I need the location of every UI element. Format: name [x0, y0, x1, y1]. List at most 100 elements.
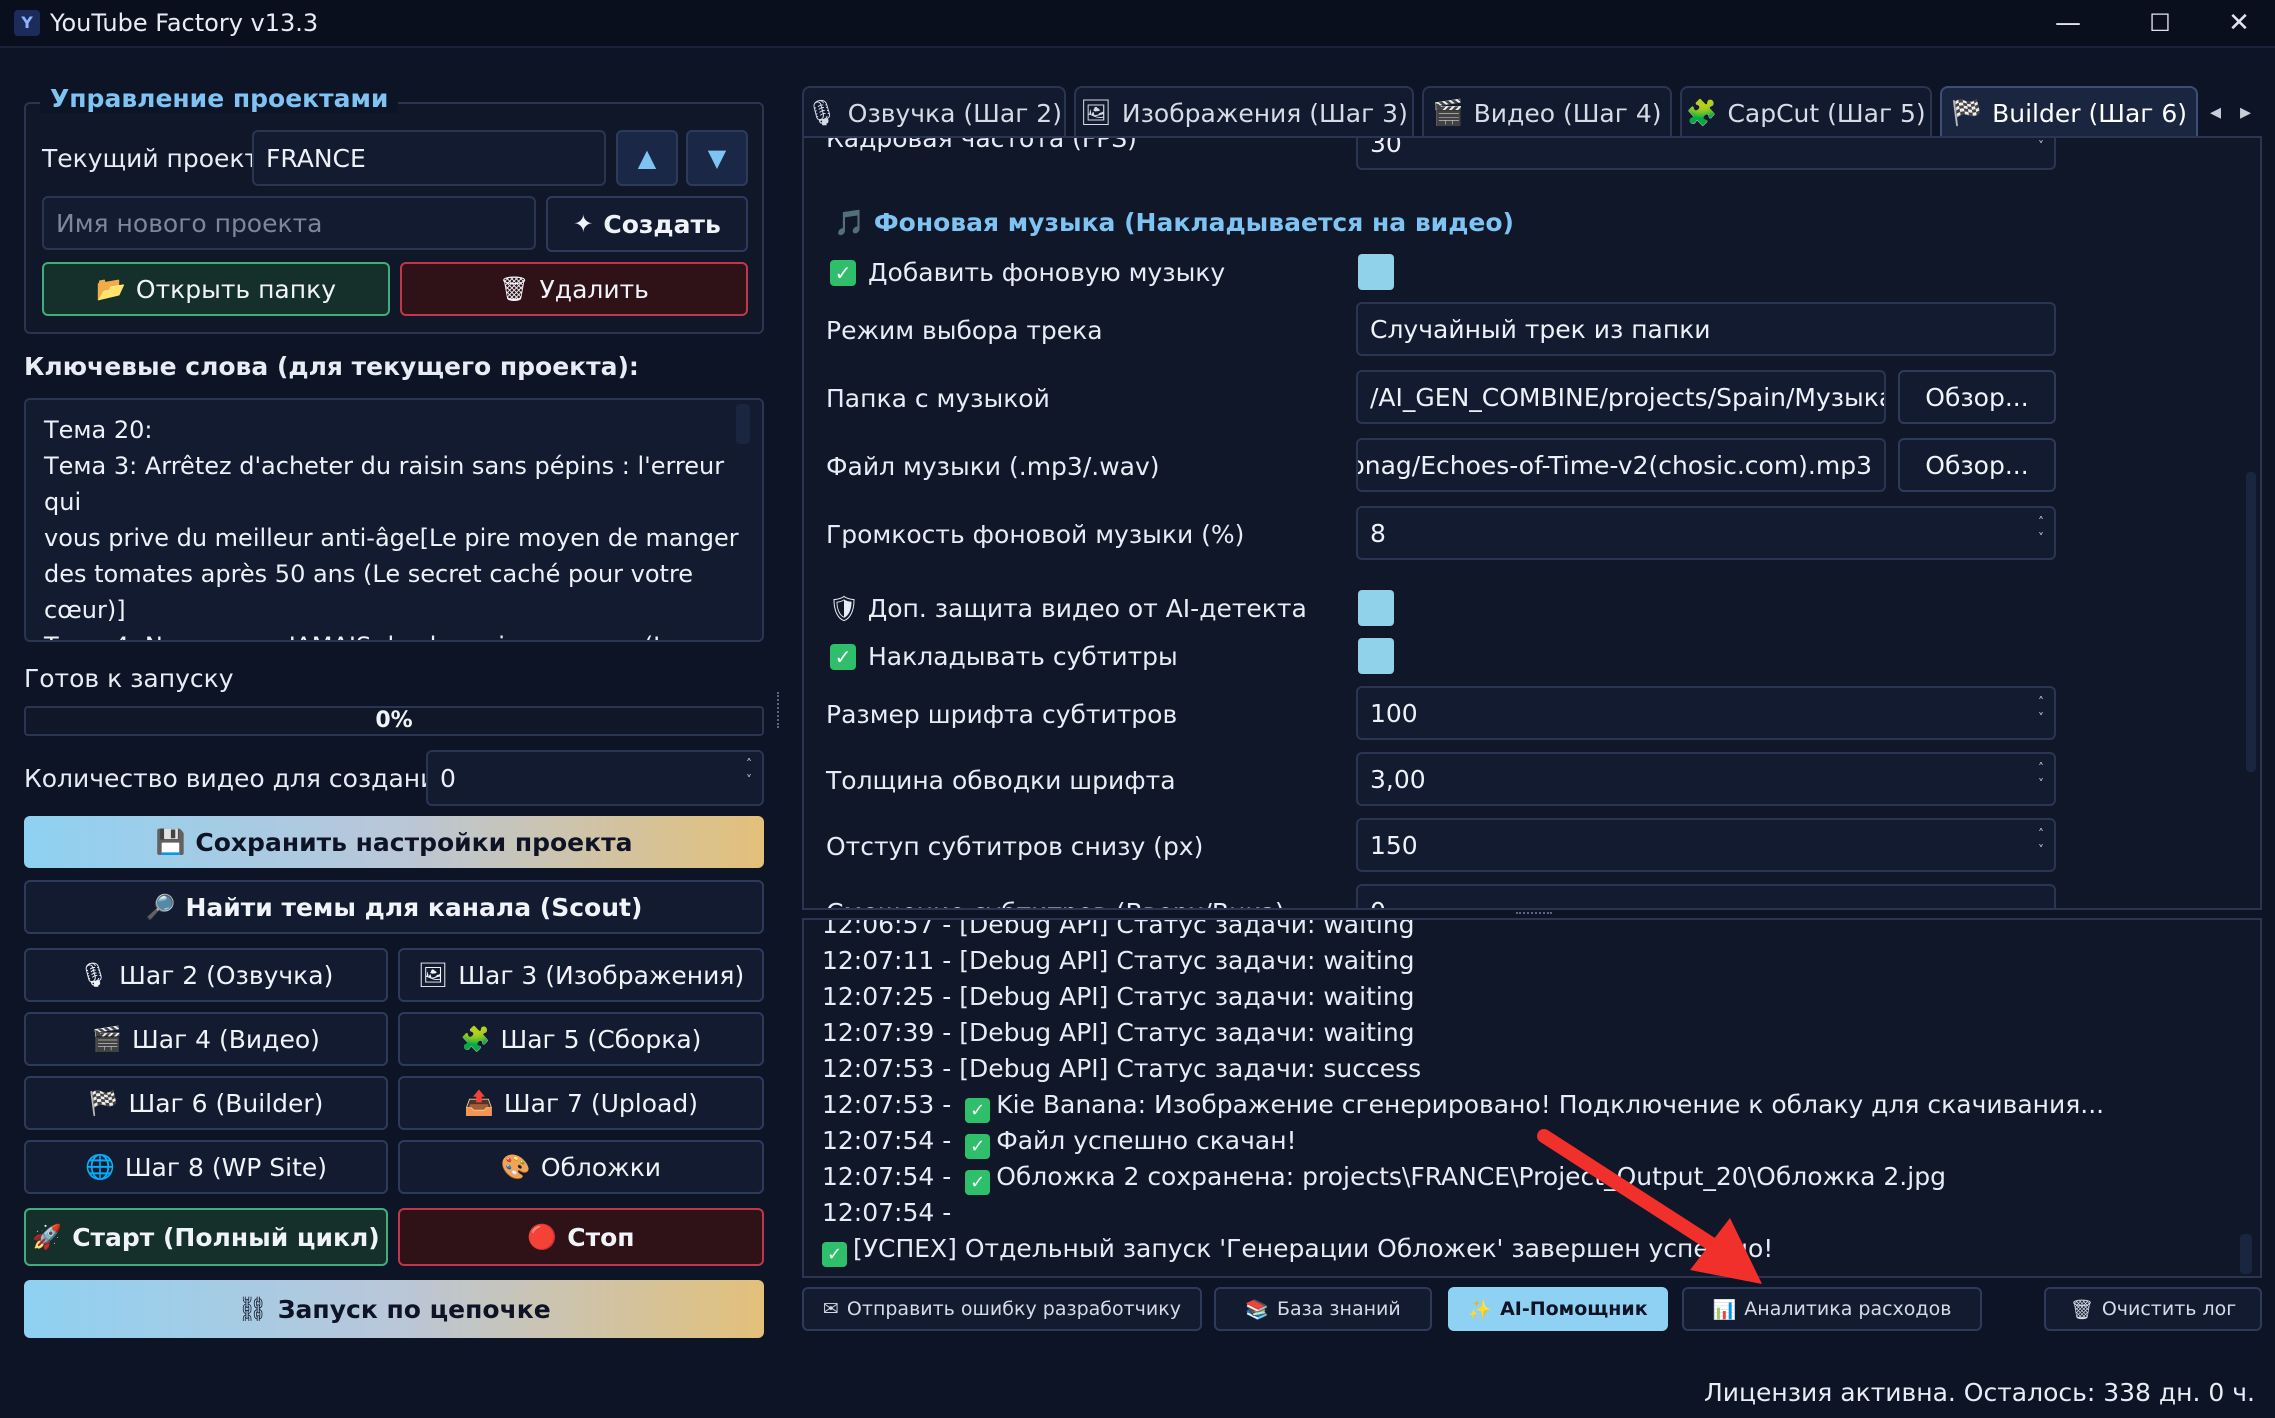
upload-icon: 📤	[464, 1089, 494, 1117]
scout-label: Найти темы для канала (Scout)	[185, 892, 643, 922]
stroke-width-label: Толщина обводки шрифта	[826, 766, 1176, 795]
keyword-line: Тема 3: Arrêtez d'acheter du raisin sans…	[44, 452, 725, 516]
keywords-label: Ключевые слова (для текущего проекта):	[24, 352, 639, 381]
globe-icon: 🌐	[84, 1153, 115, 1181]
spin-arrows-icon[interactable]: ˅	[2038, 138, 2044, 154]
video-count-label: Количество видео для создания:	[24, 764, 460, 793]
track-mode-label: Режим выбора трека	[826, 316, 1103, 345]
spin-arrows-icon[interactable]: ˄ ˅	[2038, 694, 2044, 726]
app-logo-icon: Y	[14, 10, 40, 36]
new-project-input[interactable]: Имя нового проекта	[42, 196, 536, 250]
font-size-spinbox[interactable]: 100 ˄ ˅	[1356, 686, 2056, 740]
log-time: 12:07:54 -	[822, 1162, 960, 1191]
chain-run-button[interactable]: ⛓ Запуск по цепочке	[24, 1280, 764, 1338]
minimize-button[interactable]: —	[2022, 0, 2114, 46]
tab-scroll-left-icon[interactable]: ◂	[2210, 100, 2221, 125]
open-folder-button[interactable]: 📂 Открыть папку	[42, 262, 390, 316]
stroke-width-spinbox[interactable]: 3,00 ˄ ˅	[1356, 752, 2056, 806]
keyword-line: Тема 20:	[44, 416, 153, 444]
save-settings-button[interactable]: 💾 Сохранить настройки проекта	[24, 816, 764, 868]
clapperboard-icon: 🎬	[1432, 98, 1464, 127]
maximize-button[interactable]: ☐	[2114, 0, 2206, 46]
log-line: 12:07:53 - [Debug API] Статус задачи: su…	[822, 1054, 1422, 1083]
log-line: 12:07:54 -	[822, 1198, 952, 1227]
add-music-checkbox[interactable]: ✓	[830, 260, 856, 286]
step4-button[interactable]: 🎬 Шаг 4 (Видео)	[24, 1012, 388, 1066]
spin-arrows-icon[interactable]: ˄ ˅	[2038, 826, 2044, 858]
keywords-scrollbar[interactable]	[736, 404, 750, 444]
expense-analytics-button[interactable]: 📊 Аналитика расходов	[1682, 1287, 1982, 1331]
trash-icon: 🗑	[2069, 1298, 2094, 1321]
step6-button[interactable]: 🏁 Шаг 6 (Builder)	[24, 1076, 388, 1130]
log-scrollbar[interactable]	[2240, 1234, 2252, 1274]
log-line: 12:07:39 - [Debug API] Статус задачи: wa…	[822, 1018, 1415, 1047]
video-count-spinbox[interactable]: 0 ˄ ˅	[426, 750, 764, 806]
close-button[interactable]: ✕	[2206, 0, 2272, 46]
subtitle-shift-spinbox[interactable]: 0	[1356, 884, 2056, 908]
keyword-line: vous prive du meilleur anti-âge[Le pire …	[44, 524, 739, 552]
browse-file-button[interactable]: Обзор...	[1898, 438, 2056, 492]
start-full-cycle-button[interactable]: 🚀 Старт (Полный цикл)	[24, 1208, 388, 1266]
clear-log-button[interactable]: 🗑 Очистить лог	[2044, 1287, 2262, 1331]
stop-button[interactable]: 🔴 Стоп	[398, 1208, 764, 1266]
tab-capcut[interactable]: 🧩 CapCut (Шаг 5)	[1680, 86, 1932, 138]
keywords-textarea[interactable]: Тема 20: Тема 3: Arrêtez d'acheter du ra…	[24, 398, 764, 642]
step2-button[interactable]: 🎙 Шаг 2 (Озвучка)	[24, 948, 388, 1002]
font-size-value: 100	[1370, 698, 1418, 728]
window-title: YouTube Factory v13.3	[50, 9, 319, 37]
track-mode-select[interactable]: Случайный трек из папки	[1356, 302, 2056, 356]
current-project-select[interactable]: FRANCE	[252, 130, 606, 186]
create-project-button[interactable]: ✦ Создать	[546, 196, 748, 252]
step8-button[interactable]: 🌐 Шаг 8 (WP Site)	[24, 1140, 388, 1194]
folder-icon: 📂	[96, 275, 126, 303]
sparkle-icon: ✨	[1468, 1298, 1493, 1321]
ai-assistant-button[interactable]: ✨ AI-Помощник	[1448, 1287, 1668, 1331]
builder-settings-panel: Кадровая частота (FPS) 30 ˅ 🎵 Фоновая му…	[802, 136, 2262, 910]
tab-scroll-right-icon[interactable]: ▸	[2240, 100, 2251, 125]
tab-builder[interactable]: 🏁 Builder (Шаг 6)	[1940, 86, 2198, 138]
add-music-toggle[interactable]	[1358, 254, 1394, 290]
scout-button[interactable]: 🔎 Найти темы для канала (Scout)	[24, 880, 764, 934]
settings-scrollbar[interactable]	[2246, 472, 2256, 772]
splitter-handle[interactable]	[777, 692, 783, 728]
move-down-button[interactable]: ▼	[686, 130, 748, 186]
keyword-line: Тема 4: Ne mangez JAMAIS de champignons …	[44, 628, 744, 640]
microphone-icon: 🎙	[78, 961, 110, 989]
move-up-button[interactable]: ▲	[616, 130, 678, 186]
subtitle-offset-spinbox[interactable]: 150 ˄ ˅	[1356, 818, 2056, 872]
chain-icon: ⛓	[237, 1295, 268, 1323]
browse-folder-button[interactable]: Обзор...	[1898, 370, 2056, 424]
step3-button[interactable]: 🖼 Шаг 3 (Изображения)	[398, 948, 764, 1002]
create-label: Создать	[603, 209, 721, 239]
step7-button[interactable]: 📤 Шаг 7 (Upload)	[398, 1076, 764, 1130]
spin-arrows-icon[interactable]: ˄ ˅	[2038, 514, 2044, 546]
ai-protect-label: Доп. защита видео от AI-детекта	[867, 594, 1307, 623]
subtitle-shift-label: Смещение субтитров (Вверх/Вниз)	[826, 898, 1285, 908]
subtitles-checkbox[interactable]: ✓	[830, 644, 856, 670]
tab-images[interactable]: 🖼 Изображения (Шаг 3)	[1074, 86, 1414, 138]
tab-video[interactable]: 🎬 Видео (Шаг 4)	[1422, 86, 1672, 138]
step5-button[interactable]: 🧩 Шаг 5 (Сборка)	[398, 1012, 764, 1066]
spin-arrows-icon[interactable]: ˄ ˅	[2038, 760, 2044, 792]
log-line: 12:07:53 - ✓ Kie Banana: Изображение сген…	[822, 1090, 2104, 1123]
tab-label: CapCut (Шаг 5)	[1727, 98, 1926, 128]
music-file-input[interactable]: sonag/Echoes-of-Time-v2(chosic.com).mp3	[1356, 438, 1886, 492]
palette-icon: 🎨	[500, 1153, 531, 1181]
covers-button[interactable]: 🎨 Обложки	[398, 1140, 764, 1194]
delete-project-button[interactable]: 🗑 Удалить	[400, 262, 748, 316]
music-volume-spinbox[interactable]: 8 ˄ ˅	[1356, 506, 2056, 560]
music-folder-input[interactable]: /AI_GEN_COMBINE/projects/Spain/Музыка	[1356, 370, 1886, 424]
fps-spinbox[interactable]: 30 ˅	[1356, 138, 2056, 170]
log-splitter-handle[interactable]	[1516, 912, 1552, 916]
ai-protect-toggle[interactable]	[1358, 590, 1394, 626]
report-bug-button[interactable]: ✉ Отправить ошибку разработчику	[802, 1287, 1202, 1331]
knowledge-base-button[interactable]: 📚 База знаний	[1214, 1287, 1432, 1331]
project-group-title: Управление проектами	[40, 84, 399, 113]
spin-arrows-icon[interactable]: ˄ ˅	[746, 756, 752, 788]
progress-bar: 0%	[24, 706, 764, 736]
step5-label: Шаг 5 (Сборка)	[500, 1024, 702, 1054]
log-line: 12:07:25 - [Debug API] Статус задачи: wa…	[822, 982, 1415, 1011]
tab-voiceover[interactable]: 🎙 Озвучка (Шаг 2)	[802, 86, 1066, 138]
subtitle-offset-value: 150	[1370, 830, 1418, 860]
subtitles-toggle[interactable]	[1358, 638, 1394, 674]
